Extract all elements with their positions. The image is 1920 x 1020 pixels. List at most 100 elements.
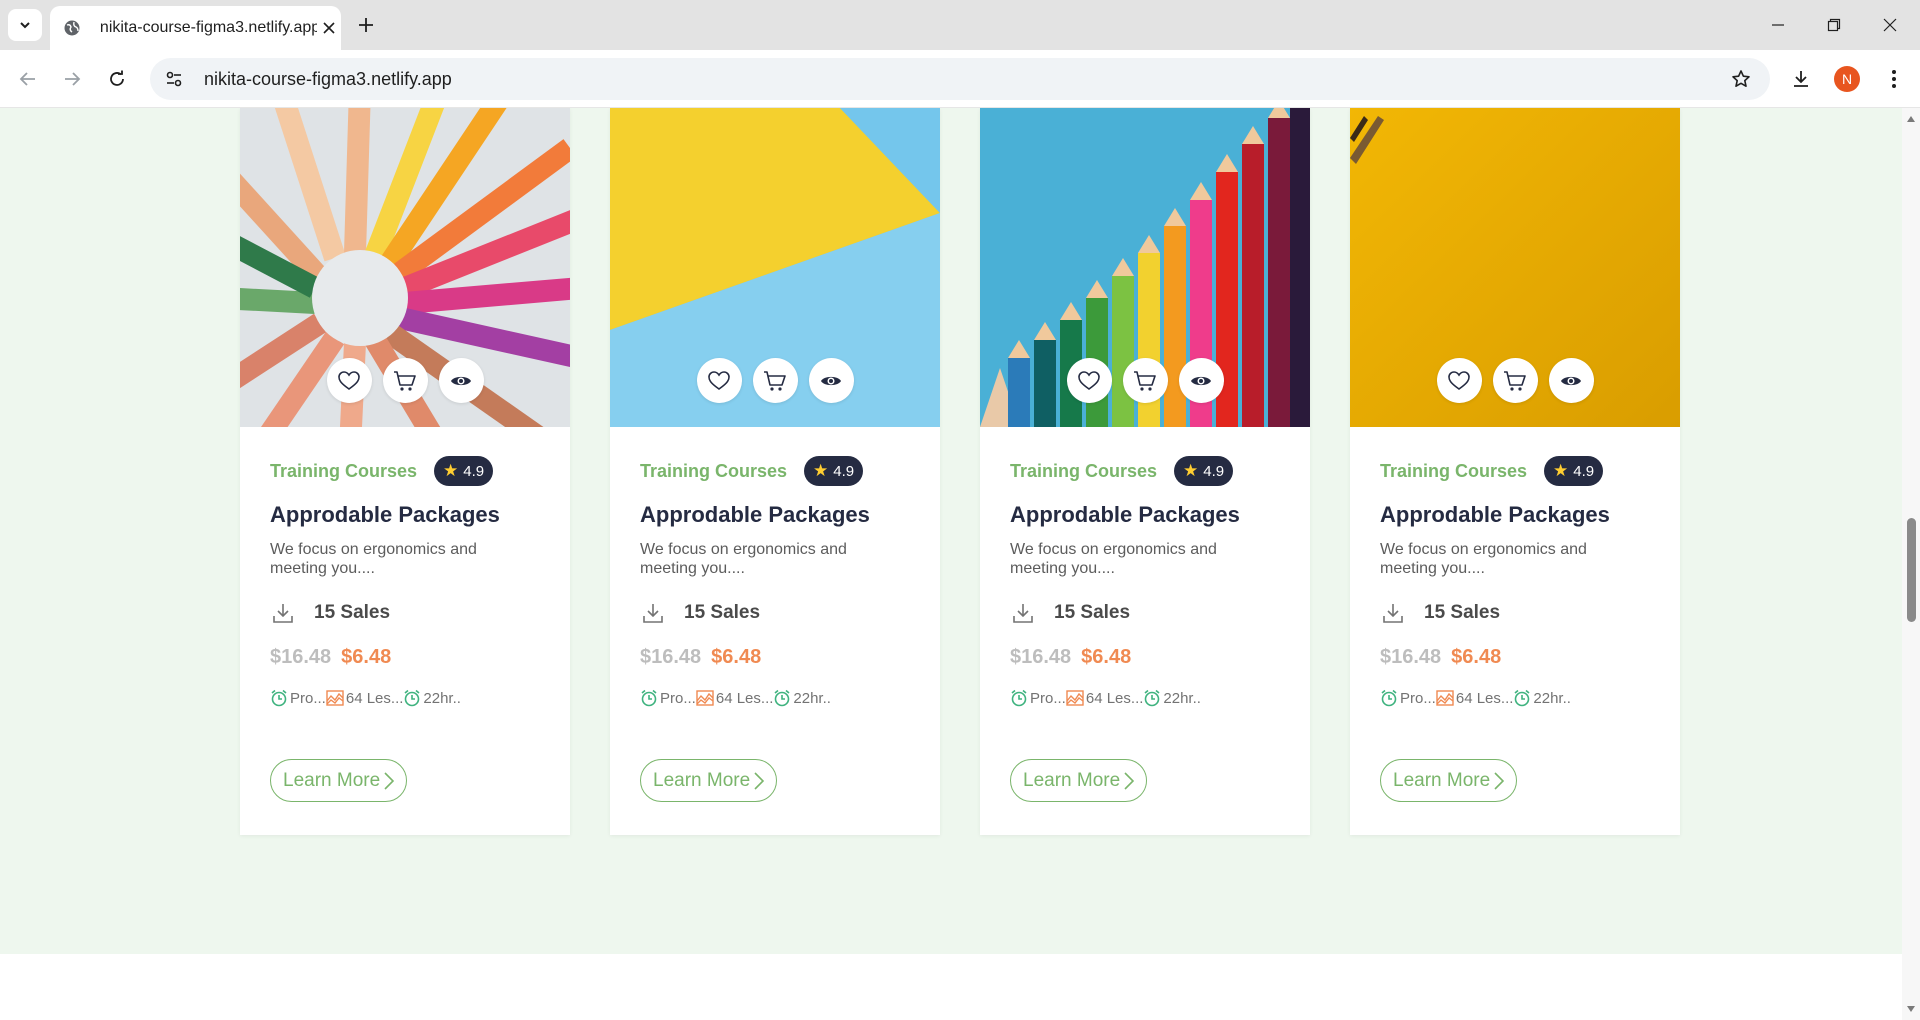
chevron-right-icon <box>384 771 395 790</box>
page-scrollbar[interactable] <box>1902 108 1920 1020</box>
url-text[interactable]: nikita-course-figma3.netlify.app <box>204 69 452 90</box>
heart-icon <box>708 370 730 390</box>
course-description: We focus on ergonomics and meeting you..… <box>640 541 847 577</box>
quick-view-button[interactable] <box>1178 358 1224 403</box>
new-price: $6.48 <box>1451 646 1502 668</box>
alarm-clock-icon <box>1514 689 1530 707</box>
courses-section: Training Courses ★ 4.9 Approdable Package… <box>0 108 1902 954</box>
course-title[interactable]: Approdable Packages <box>1010 502 1240 528</box>
stat-progress: Pro... <box>1400 689 1436 707</box>
heart-icon <box>1448 370 1470 390</box>
browser-menu-button[interactable] <box>1878 63 1910 95</box>
stat-duration: 22hr.. <box>1533 689 1571 707</box>
lessons-chart-icon <box>1436 690 1454 706</box>
add-to-cart-button[interactable] <box>1492 358 1538 403</box>
alarm-clock-icon <box>271 689 287 707</box>
wishlist-button[interactable] <box>1066 358 1112 403</box>
sales-count: 15 Sales <box>314 602 391 623</box>
scrollbar-thumb[interactable] <box>1907 518 1916 622</box>
rating-value: 4.9 <box>1203 462 1225 480</box>
learn-more-label: Learn More <box>1023 769 1121 791</box>
close-icon <box>1883 18 1897 32</box>
quick-view-button[interactable] <box>1548 358 1594 403</box>
back-button[interactable] <box>12 63 44 95</box>
wishlist-button[interactable] <box>1436 358 1482 403</box>
add-to-cart-button[interactable] <box>752 358 798 403</box>
alarm-clock-icon <box>1011 689 1027 707</box>
add-to-cart-button[interactable] <box>1122 358 1168 403</box>
sales-count: 15 Sales <box>684 602 761 623</box>
learn-more-button[interactable]: Learn More <box>1380 759 1518 802</box>
profile-avatar[interactable]: N <box>1834 66 1860 92</box>
reload-button[interactable] <box>101 63 133 95</box>
site-settings-icon[interactable] <box>158 63 190 95</box>
course-category[interactable]: Training Courses <box>640 461 787 482</box>
tab-search-button[interactable] <box>8 9 42 41</box>
add-to-cart-button[interactable] <box>382 358 428 403</box>
stat-lessons: 64 Les... <box>715 689 774 707</box>
active-tab[interactable]: nikita-course-figma3.netlify.app <box>50 6 341 50</box>
course-category[interactable]: Training Courses <box>270 461 417 482</box>
learn-more-button[interactable]: Learn More <box>640 759 778 802</box>
scroll-up-icon[interactable] <box>1906 114 1916 124</box>
old-price: $16.48 <box>270 646 332 668</box>
restore-button[interactable] <box>1806 0 1862 50</box>
course-title[interactable]: Approdable Packages <box>640 502 870 528</box>
tab-title: nikita-course-figma3.netlify.app <box>99 19 318 36</box>
heart-icon <box>338 370 360 390</box>
stat-progress: Pro... <box>660 689 696 707</box>
old-price: $16.48 <box>1010 646 1072 668</box>
cart-icon <box>1504 370 1526 391</box>
plus-icon <box>359 18 373 32</box>
restore-icon <box>1827 18 1841 32</box>
rating-badge: ★ 4.9 <box>434 456 494 486</box>
sales-count: 15 Sales <box>1424 602 1501 623</box>
course-card: Training Courses ★ 4.9 Approdable Package… <box>1350 108 1680 835</box>
new-tab-button[interactable] <box>352 11 380 39</box>
close-icon[interactable] <box>317 16 341 40</box>
arrow-left-icon <box>19 72 35 86</box>
card-actions <box>610 358 940 403</box>
quick-view-button[interactable] <box>438 358 484 403</box>
learn-more-button[interactable]: Learn More <box>270 759 408 802</box>
lessons-chart-icon <box>326 690 344 706</box>
sales-count: 15 Sales <box>1054 602 1131 623</box>
rating-value: 4.9 <box>1573 462 1595 480</box>
cart-icon <box>394 370 416 391</box>
learn-more-label: Learn More <box>653 769 751 791</box>
course-category[interactable]: Training Courses <box>1010 461 1157 482</box>
course-description: We focus on ergonomics and meeting you..… <box>1010 541 1217 577</box>
star-icon: ★ <box>1553 461 1569 480</box>
chevron-right-icon <box>1124 771 1135 790</box>
wishlist-button[interactable] <box>326 358 372 403</box>
downloads-button[interactable] <box>1785 63 1817 95</box>
scroll-down-icon[interactable] <box>1906 1004 1916 1014</box>
stat-lessons: 64 Les... <box>345 689 404 707</box>
learn-more-label: Learn More <box>1393 769 1491 791</box>
learn-more-button[interactable]: Learn More <box>1010 759 1148 802</box>
minimize-button[interactable] <box>1750 0 1806 50</box>
close-window-button[interactable] <box>1862 0 1918 50</box>
new-price: $6.48 <box>341 646 392 668</box>
alarm-clock-icon <box>641 689 657 707</box>
wishlist-button[interactable] <box>696 358 742 403</box>
quick-view-button[interactable] <box>808 358 854 403</box>
chevron-right-icon <box>1494 771 1505 790</box>
course-category[interactable]: Training Courses <box>1380 461 1527 482</box>
eye-icon <box>821 376 841 385</box>
eye-icon <box>1561 376 1581 385</box>
forward-button[interactable] <box>56 63 88 95</box>
address-bar[interactable]: nikita-course-figma3.netlify.app <box>150 58 1770 100</box>
star-icon: ★ <box>813 461 829 480</box>
rating-badge: ★ 4.9 <box>1174 456 1234 486</box>
course-title[interactable]: Approdable Packages <box>1380 502 1610 528</box>
alarm-clock-icon <box>1144 689 1160 707</box>
lessons-chart-icon <box>1066 690 1084 706</box>
course-description: We focus on ergonomics and meeting you..… <box>270 541 477 577</box>
card-actions <box>240 358 570 403</box>
star-icon: ★ <box>1183 461 1199 480</box>
cart-icon <box>764 370 786 391</box>
eye-icon <box>1191 376 1211 385</box>
bookmark-star-icon[interactable] <box>1726 64 1756 94</box>
course-title[interactable]: Approdable Packages <box>270 502 500 528</box>
